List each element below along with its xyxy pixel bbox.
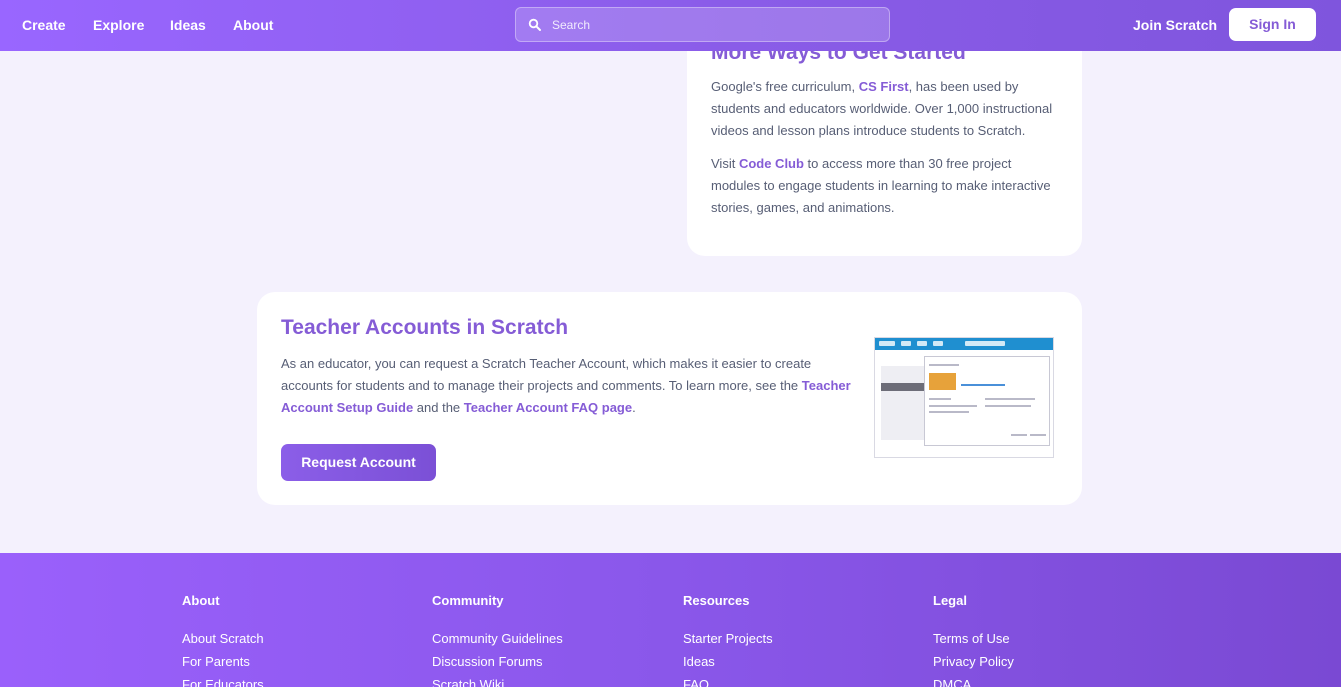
cs-first-paragraph: Google's free curriculum, CS First, has … <box>711 76 1056 142</box>
footer-link-privacy-policy[interactable]: Privacy Policy <box>933 650 1014 673</box>
code-club-link[interactable]: Code Club <box>739 156 804 171</box>
teacher-text-before: As an educator, you can request a Scratc… <box>281 356 812 393</box>
preview-line <box>985 405 1031 407</box>
preview-line <box>985 398 1035 400</box>
footer-link-ideas[interactable]: Ideas <box>683 650 773 673</box>
footer-link-starter-projects[interactable]: Starter Projects <box>683 627 773 650</box>
footer-link-discussion-forums[interactable]: Discussion Forums <box>432 650 563 673</box>
teacher-text-mid: and the <box>413 400 464 415</box>
join-scratch-link[interactable]: Join Scratch <box>1133 16 1217 34</box>
teacher-text-after: . <box>632 400 636 415</box>
footer-link-faq[interactable]: FAQ <box>683 673 773 687</box>
footer-link-dmca[interactable]: DMCA <box>933 673 1014 687</box>
footer-heading-about: About <box>182 593 220 608</box>
footer-link-community-guidelines[interactable]: Community Guidelines <box>432 627 563 650</box>
teacher-accounts-title: Teacher Accounts in Scratch <box>281 316 569 339</box>
preview-line <box>929 411 969 413</box>
request-account-button[interactable]: Request Account <box>281 444 436 481</box>
preview-line <box>1011 434 1027 436</box>
search-icon <box>528 18 541 31</box>
top-navigation-bar: Create Explore Ideas About Join Scratch … <box>0 0 1341 51</box>
footer-link-about-scratch[interactable]: About Scratch <box>182 627 264 650</box>
preview-line <box>929 398 951 400</box>
preview-header-bar <box>875 338 1053 350</box>
code-club-text-before: Visit <box>711 156 739 171</box>
footer: About About Scratch For Parents For Educ… <box>0 553 1341 687</box>
footer-heading-community: Community <box>432 593 504 608</box>
footer-heading-resources: Resources <box>683 593 750 608</box>
preview-line <box>929 364 959 366</box>
preview-link-line <box>961 384 1005 386</box>
footer-heading-legal: Legal <box>933 593 967 608</box>
nav-ideas-link[interactable]: Ideas <box>170 16 206 34</box>
search-input[interactable] <box>552 8 882 41</box>
footer-column-community: Community Community Guidelines Discussio… <box>432 593 563 687</box>
footer-link-for-educators[interactable]: For Educators <box>182 673 264 687</box>
code-club-paragraph: Visit Code Club to access more than 30 f… <box>711 153 1056 219</box>
preview-thumbnail <box>929 373 956 390</box>
preview-line <box>929 405 977 407</box>
nav-explore-link[interactable]: Explore <box>93 16 144 34</box>
search-bar[interactable] <box>515 7 890 42</box>
footer-link-terms-of-use[interactable]: Terms of Use <box>933 627 1014 650</box>
footer-column-legal: Legal Terms of Use Privacy Policy DMCA <box>933 593 1014 687</box>
nav-about-link[interactable]: About <box>233 16 273 34</box>
more-ways-card: More Ways to Get Started Google's free c… <box>687 20 1082 256</box>
footer-link-scratch-wiki[interactable]: Scratch Wiki <box>432 673 563 687</box>
preview-line <box>1030 434 1046 436</box>
teacher-accounts-description: As an educator, you can request a Scratc… <box>281 353 856 419</box>
preview-main-panel <box>924 356 1050 446</box>
cs-first-text-before: Google's free curriculum, <box>711 79 859 94</box>
faq-page-link[interactable]: Teacher Account FAQ page <box>464 400 632 415</box>
footer-column-about: About About Scratch For Parents For Educ… <box>182 593 264 687</box>
preview-sidebar-selected <box>881 383 924 391</box>
teacher-accounts-card: Teacher Accounts in Scratch As an educat… <box>257 292 1082 505</box>
footer-link-for-parents[interactable]: For Parents <box>182 650 264 673</box>
preview-sidebar <box>881 366 924 440</box>
nav-create-link[interactable]: Create <box>22 16 66 34</box>
teacher-account-screenshot-image <box>874 337 1054 458</box>
footer-column-resources: Resources Starter Projects Ideas FAQ <box>683 593 773 687</box>
sign-in-button[interactable]: Sign In <box>1229 8 1316 41</box>
cs-first-link[interactable]: CS First <box>859 79 909 94</box>
